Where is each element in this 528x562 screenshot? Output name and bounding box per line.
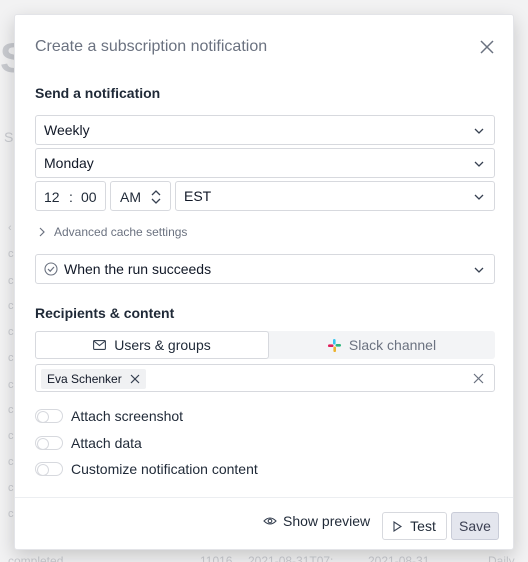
attach-data-label: Attach data bbox=[71, 435, 142, 451]
day-value: Monday bbox=[44, 155, 94, 171]
clear-recipients-icon[interactable] bbox=[473, 373, 484, 384]
background-marker: c bbox=[8, 430, 14, 442]
background-date: 2021-08-31T07: bbox=[248, 554, 334, 562]
background-marker: c bbox=[8, 508, 14, 520]
period-value: AM bbox=[120, 189, 141, 205]
customize-content-row: Customize notification content bbox=[35, 461, 258, 477]
play-icon bbox=[393, 520, 403, 532]
background-type: Daily bbox=[488, 554, 515, 562]
timezone-value: EST bbox=[184, 188, 212, 204]
frequency-value: Weekly bbox=[44, 122, 90, 138]
time-input[interactable]: 12 : 00 bbox=[35, 181, 106, 211]
modal-footer: Show preview Test Save bbox=[15, 497, 513, 551]
advanced-cache-label: Advanced cache settings bbox=[54, 225, 188, 239]
show-preview-button[interactable]: Show preview bbox=[263, 513, 370, 529]
tab-users-groups-label: Users & groups bbox=[114, 337, 211, 353]
background-id: 11016 bbox=[200, 554, 233, 562]
timezone-select[interactable]: EST bbox=[175, 181, 495, 211]
hour-field[interactable]: 12 bbox=[44, 189, 60, 205]
chevron-down-icon bbox=[474, 161, 484, 167]
recipients-content-label: Recipients & content bbox=[35, 305, 175, 321]
test-button[interactable]: Test bbox=[382, 512, 447, 540]
tab-slack-channel-label: Slack channel bbox=[348, 337, 437, 353]
advanced-cache-toggle[interactable]: Advanced cache settings bbox=[39, 225, 187, 239]
slack-icon bbox=[327, 338, 341, 352]
tab-slack-channel[interactable]: Slack channel bbox=[269, 331, 495, 359]
eye-icon bbox=[263, 517, 277, 525]
customize-content-toggle[interactable] bbox=[35, 462, 63, 476]
background-marker: c bbox=[8, 404, 14, 416]
remove-recipient-icon[interactable] bbox=[130, 374, 140, 384]
period-select[interactable]: AM bbox=[110, 181, 171, 211]
background-marker: c bbox=[8, 300, 14, 312]
attach-screenshot-row: Attach screenshot bbox=[35, 408, 183, 424]
background-status: completed bbox=[8, 554, 64, 562]
recipients-input[interactable]: Eva Schenker bbox=[35, 364, 495, 392]
chevron-down-icon bbox=[474, 194, 484, 200]
condition-value: When the run succeeds bbox=[64, 261, 212, 277]
show-preview-label: Show preview bbox=[283, 513, 371, 529]
chevron-right-icon bbox=[39, 227, 45, 237]
time-separator: : bbox=[69, 189, 73, 205]
minute-field[interactable]: 00 bbox=[81, 189, 97, 205]
save-button[interactable]: Save bbox=[451, 512, 499, 540]
condition-select[interactable]: When the run succeeds bbox=[35, 254, 495, 284]
background-marker: c bbox=[8, 482, 14, 494]
chevron-down-icon bbox=[474, 128, 484, 134]
attach-screenshot-toggle[interactable] bbox=[35, 409, 63, 423]
check-circle-icon bbox=[44, 262, 58, 276]
background-marker: c bbox=[8, 275, 14, 287]
up-down-chevron-icon bbox=[151, 190, 161, 204]
background-marker: c bbox=[8, 456, 14, 468]
attach-screenshot-label: Attach screenshot bbox=[71, 408, 184, 424]
background-subtitle-fragment: S bbox=[4, 129, 14, 145]
background-date: 2021-08-31 bbox=[368, 554, 430, 562]
attach-data-row: Attach data bbox=[35, 435, 142, 451]
attach-data-toggle[interactable] bbox=[35, 436, 63, 450]
background-marker: c bbox=[8, 248, 14, 260]
background-marker: c bbox=[8, 326, 14, 338]
chevron-down-icon bbox=[474, 267, 484, 273]
background-marker: c bbox=[8, 352, 14, 364]
recipient-chip: Eva Schenker bbox=[41, 369, 146, 389]
subscription-modal: Create a subscription notification Send … bbox=[14, 14, 514, 550]
send-notification-label: Send a notification bbox=[35, 85, 161, 101]
background-marker: c bbox=[8, 379, 14, 391]
customize-content-label: Customize notification content bbox=[71, 461, 258, 477]
close-icon[interactable] bbox=[479, 39, 495, 55]
mail-icon bbox=[93, 340, 107, 350]
recipient-tabs: Users & groups Slack channel bbox=[35, 331, 495, 359]
background-marker: ‹ bbox=[8, 222, 12, 234]
frequency-select[interactable]: Weekly bbox=[35, 115, 495, 145]
modal-title: Create a subscription notification bbox=[35, 38, 268, 55]
test-label: Test bbox=[410, 518, 436, 534]
tab-users-groups[interactable]: Users & groups bbox=[35, 331, 269, 359]
day-select[interactable]: Monday bbox=[35, 148, 495, 178]
recipient-name: Eva Schenker bbox=[47, 372, 122, 386]
